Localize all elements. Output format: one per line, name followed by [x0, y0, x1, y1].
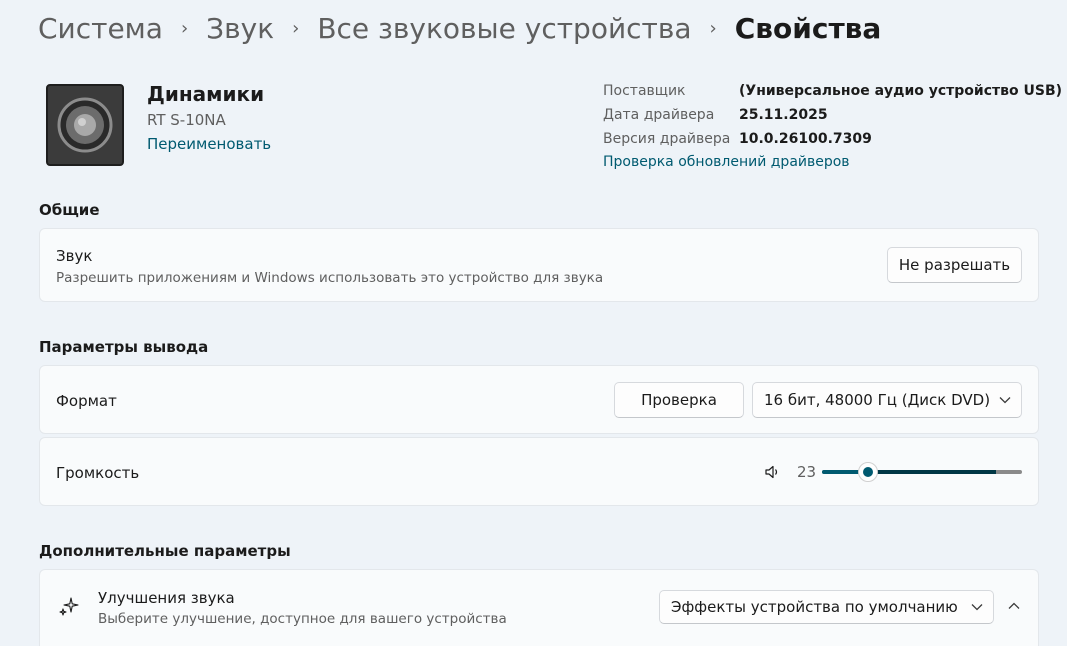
chevron-down-icon	[971, 604, 983, 611]
format-select-value: 16 бит, 48000 Гц (Диск DVD)	[764, 391, 991, 409]
volume-card: Громкость 23	[39, 437, 1039, 506]
format-select[interactable]: 16 бит, 48000 Гц (Диск DVD)	[752, 382, 1022, 418]
driver-key: Дата драйвера	[603, 107, 715, 123]
driver-key: Версия драйвера	[603, 131, 731, 147]
driver-row-vendor: Поставщик (Универсальное аудио устройств…	[603, 79, 1062, 103]
sound-desc: Разрешить приложениям и Windows использо…	[56, 270, 604, 286]
sparkle-effects-icon	[59, 597, 79, 616]
driver-row-date: Дата драйвера 25.11.2025	[603, 103, 1062, 127]
driver-value: 25.11.2025	[739, 107, 828, 123]
rename-link[interactable]: Переименовать	[147, 134, 271, 154]
test-button[interactable]: Проверка	[614, 382, 744, 418]
breadcrumb: Система › Звук › Все звуковые устройства…	[38, 10, 881, 48]
enhancements-select[interactable]: Эффекты устройства по умолчанию	[659, 590, 994, 624]
volume-slider[interactable]	[822, 460, 1022, 484]
check-driver-updates-link[interactable]: Проверка обновлений драйверов	[603, 152, 850, 172]
device-name: Динамики	[147, 82, 265, 106]
volume-label: Громкость	[56, 464, 140, 482]
driver-row-version: Версия драйвера 10.0.26100.7309	[603, 127, 1062, 151]
volume-level-bar	[868, 470, 996, 474]
section-title-general: Общие	[39, 201, 100, 219]
volume-slider-thumb[interactable]	[858, 462, 878, 482]
enhancements-title: Улучшения звука	[98, 589, 235, 607]
chevron-right-icon: ›	[709, 18, 717, 39]
breadcrumb-sound[interactable]: Звук	[206, 10, 274, 48]
driver-value: (Универсальное аудио устройство USB)	[739, 83, 1063, 99]
breadcrumb-system[interactable]: Система	[38, 10, 163, 48]
chevron-down-icon	[999, 397, 1011, 404]
chevron-up-icon	[1008, 602, 1020, 609]
breadcrumb-all-sound-devices[interactable]: Все звуковые устройства	[317, 10, 691, 48]
enhancements-card: Улучшения звука Выберите улучшение, дост…	[39, 569, 1039, 646]
collapse-button[interactable]	[1002, 594, 1026, 618]
disallow-button[interactable]: Не разрешать	[887, 247, 1022, 283]
driver-key: Поставщик	[603, 83, 686, 99]
speaker-volume-icon[interactable]	[764, 464, 780, 480]
enhancements-select-value: Эффекты устройства по умолчанию	[671, 598, 958, 616]
driver-value: 10.0.26100.7309	[739, 131, 872, 147]
driver-info: Поставщик (Универсальное аудио устройств…	[603, 79, 1062, 151]
section-title-output: Параметры вывода	[39, 338, 209, 356]
volume-value: 23	[797, 463, 817, 481]
device-model: RT S-10NA	[147, 111, 226, 129]
format-label: Формат	[56, 392, 117, 410]
section-title-advanced: Дополнительные параметры	[39, 542, 291, 560]
speaker-icon	[46, 84, 124, 166]
chevron-right-icon: ›	[292, 18, 300, 39]
sound-title: Звук	[56, 247, 93, 265]
format-card: Формат Проверка 16 бит, 48000 Гц (Диск D…	[39, 365, 1039, 434]
sound-card: Звук Разрешить приложениям и Windows исп…	[39, 228, 1039, 302]
chevron-right-icon: ›	[180, 18, 189, 39]
breadcrumb-properties: Свойства	[734, 12, 882, 45]
enhancements-desc: Выберите улучшение, доступное для вашего…	[98, 611, 507, 627]
